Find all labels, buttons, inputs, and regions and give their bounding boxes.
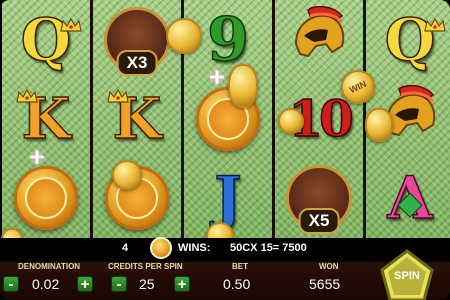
falling-coin: [278, 108, 304, 134]
credits-decrease-button[interactable]: -: [111, 276, 127, 292]
credits-increase-button[interactable]: +: [174, 276, 190, 292]
falling-coin: [166, 18, 202, 54]
wins-label: WINS:: [178, 242, 211, 254]
spin-button[interactable]: SPIN: [378, 248, 436, 300]
multiplier-badge: X3: [116, 49, 158, 76]
denomination-value: 0.02: [32, 276, 60, 292]
credits-per-spin-label: CREDITS PER SPIN: [108, 262, 183, 271]
reel-symbol: X5: [275, 158, 363, 237]
bonus-symbol: X5: [286, 164, 352, 234]
falling-coin: [228, 64, 258, 108]
sparkle-icon: [210, 70, 224, 84]
falling-coin: [112, 160, 142, 190]
reel-symbol: Q: [2, 0, 90, 79]
lines-count: 4: [122, 242, 129, 254]
denomination-label: DENOMINATION: [18, 262, 81, 271]
credits-per-spin-value: 25: [139, 276, 155, 292]
coin-symbol-icon: [14, 165, 78, 230]
multiplier-badge: X5: [298, 207, 340, 234]
won-label: WON: [319, 262, 339, 271]
slot-machine: QK X3K 9J 10X5 QA WIN 4 WINS: 50CX 15= 7…: [0, 0, 450, 300]
reel-symbol: Q: [366, 0, 450, 79]
sparkle-icon: [30, 150, 44, 164]
crown-icon: [107, 88, 129, 103]
symbol-9: 9: [206, 4, 249, 75]
crown-icon: [424, 17, 446, 32]
bet-value: 0.50: [223, 276, 251, 292]
falling-coin: [365, 108, 393, 142]
spin-label: SPIN: [394, 270, 420, 282]
coin-icon: [150, 237, 172, 259]
crown-icon: [16, 88, 38, 103]
spartan-helmet-icon: [286, 5, 352, 73]
symbol-j: J: [214, 163, 243, 232]
reel-symbol: [275, 0, 363, 79]
reel-symbol: K: [93, 79, 181, 158]
reel-symbol: [2, 158, 90, 237]
won-value: 5655: [309, 276, 341, 292]
reel-1: QK: [2, 0, 90, 238]
crown-icon: [60, 17, 82, 32]
falling-coin: WIN: [341, 70, 375, 104]
denomination-increase-button[interactable]: +: [77, 276, 93, 292]
bet-label: BET: [232, 262, 248, 271]
bonus-symbol: X3: [104, 6, 170, 76]
reel-symbol: K: [2, 79, 90, 158]
win-formula: 50CX 15= 7500: [230, 242, 307, 254]
denomination-decrease-button[interactable]: -: [3, 276, 19, 292]
reel-symbol: A: [366, 158, 450, 237]
